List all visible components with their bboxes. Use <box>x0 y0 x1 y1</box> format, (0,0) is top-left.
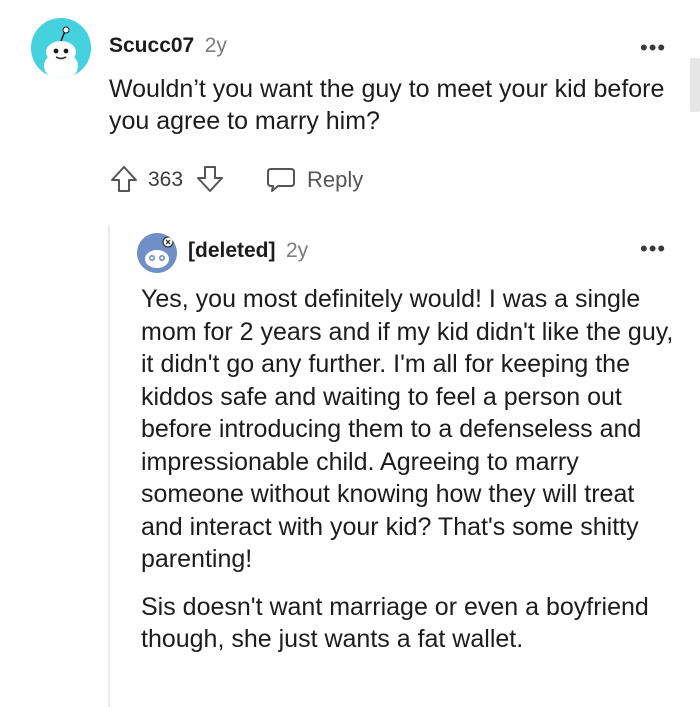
comment-header: Scucc07 2y <box>109 34 227 58</box>
reply-username: [deleted] <box>188 239 276 262</box>
overflow-menu-icon[interactable]: ••• <box>640 37 666 59</box>
reply-paragraph: Yes, you most definitely would! I was a … <box>141 285 674 573</box>
comment-username[interactable]: Scucc07 <box>109 34 194 57</box>
reply-body: Yes, you most definitely would! I was a … <box>141 283 681 656</box>
reply-overflow-menu-icon[interactable]: ••• <box>640 238 666 260</box>
deleted-user-avatar <box>137 233 177 273</box>
upvote-icon <box>111 166 137 192</box>
deleted-user-avatar-icon <box>137 233 177 273</box>
downvote-button[interactable] <box>194 163 226 195</box>
downvote-icon <box>197 166 223 192</box>
reply-label: Reply <box>307 167 364 192</box>
reply-header: [deleted] 2y <box>188 239 308 263</box>
comment-age: 2y <box>204 34 227 57</box>
scrollbar[interactable] <box>690 58 700 112</box>
vote-score: 363 <box>148 168 184 191</box>
comment-body: Wouldn’t you want the guy to meet your k… <box>109 75 665 135</box>
reply-age: 2y <box>285 239 309 262</box>
snoo-avatar-icon <box>31 18 91 78</box>
reply-paragraph: Sis doesn't want marriage or even a boyf… <box>141 592 649 654</box>
thread-line[interactable] <box>108 225 110 707</box>
comment-icon <box>267 168 295 192</box>
user-avatar[interactable] <box>31 18 91 78</box>
upvote-button[interactable] <box>108 163 140 195</box>
